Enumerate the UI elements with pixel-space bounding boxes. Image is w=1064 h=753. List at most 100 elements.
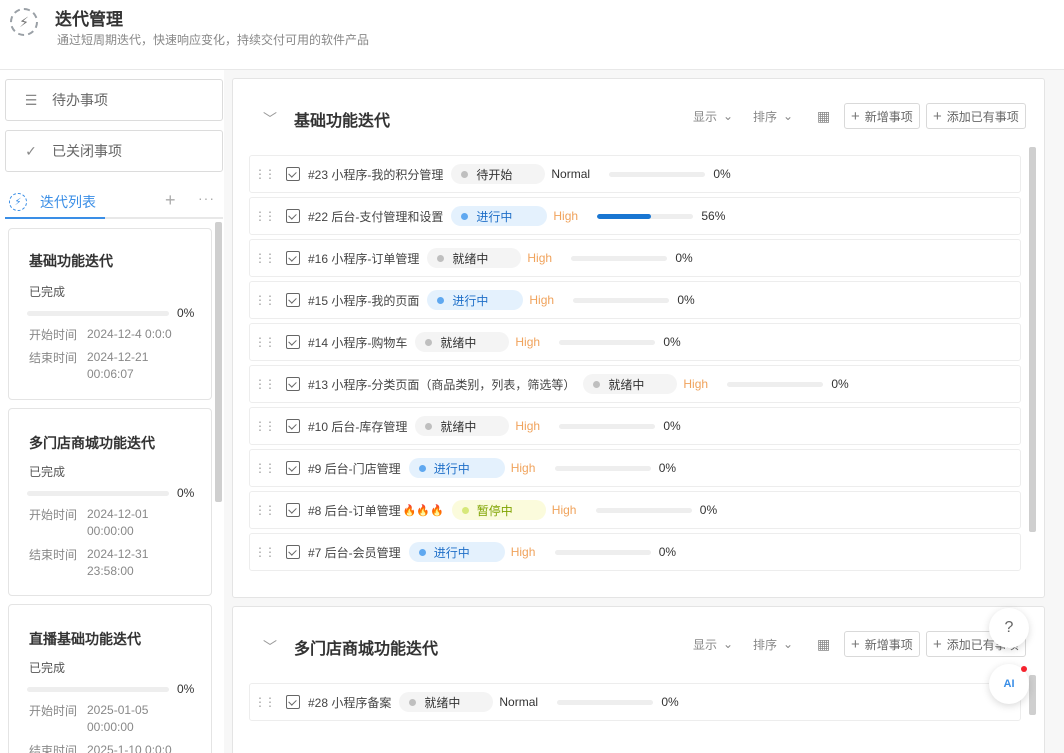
- task-row[interactable]: ⋮⋮ #22 后台-支付管理和设置 进行中 High 56%: [249, 197, 1021, 235]
- task-progress-bar: [597, 213, 694, 219]
- sort-dropdown[interactable]: 排序 ⌄: [753, 103, 793, 129]
- task-row[interactable]: ⋮⋮ #16 小程序-订单管理 就绪中 High 0%: [249, 239, 1021, 277]
- task-name[interactable]: #8 后台-订单管理: [308, 502, 401, 519]
- task-name[interactable]: #28 小程序备案: [308, 694, 391, 711]
- new-item-wrap: + 新增事项: [844, 103, 920, 129]
- panel-scrollbar[interactable]: [1029, 675, 1036, 715]
- task-row[interactable]: ⋮⋮ #28 小程序备案 就绪中 Normal 0%: [249, 683, 1021, 721]
- iteration-card[interactable]: 多门店商城功能迭代 已完成 0% 开始时间 2024-12-01 00:00:00…: [8, 408, 212, 596]
- drag-handle-icon[interactable]: ⋮⋮: [250, 545, 278, 559]
- drag-handle-icon[interactable]: ⋮⋮: [250, 209, 278, 223]
- new-item-button[interactable]: + 新增事项: [844, 631, 920, 657]
- task-row[interactable]: ⋮⋮ #9 后台-门店管理 进行中 High 0%: [249, 449, 1021, 487]
- add-existing-button[interactable]: + 添加已有事项: [926, 103, 1026, 129]
- status-dot-icon: [461, 170, 469, 178]
- iteration-card[interactable]: 基础功能迭代 已完成 0% 开始时间 2024-12-4 0:0:0 结束时间 …: [8, 228, 212, 400]
- sidebar-scrollbar[interactable]: [215, 222, 222, 502]
- panel-scrollbar[interactable]: [1029, 147, 1036, 532]
- status-label: 就绪中: [452, 251, 489, 266]
- task-row[interactable]: ⋮⋮ #7 后台-会员管理 进行中 High 0%: [249, 533, 1021, 571]
- drag-handle-icon[interactable]: ⋮⋮: [250, 167, 278, 181]
- iteration-progress-bar: [27, 311, 169, 316]
- drag-handle-icon[interactable]: ⋮⋮: [250, 251, 278, 265]
- task-progress-bar: [727, 381, 824, 387]
- status-badge[interactable]: 暂停中: [451, 500, 546, 520]
- status-badge[interactable]: 就绪中: [415, 332, 510, 352]
- collapse-chevron-icon[interactable]: ﹀: [263, 109, 277, 129]
- status-badge[interactable]: 就绪中: [427, 248, 522, 268]
- status-badge[interactable]: 进行中: [427, 290, 524, 310]
- priority-label[interactable]: High: [511, 461, 547, 475]
- grid-view-icon[interactable]: ▦: [817, 631, 830, 657]
- drag-handle-icon[interactable]: ⋮⋮: [250, 335, 278, 349]
- priority-label[interactable]: High: [515, 335, 551, 349]
- collapse-chevron-icon[interactable]: ﹀: [263, 637, 277, 657]
- add-iteration-icon[interactable]: +: [165, 190, 176, 211]
- closed-items-button[interactable]: ✓ 已关闭事项: [5, 130, 223, 172]
- status-badge[interactable]: 就绪中: [399, 692, 494, 712]
- task-row[interactable]: ⋮⋮ #13 小程序-分类页面（商品类别，列表，筛选等） 就绪中 High 0%: [249, 365, 1021, 403]
- sort-dropdown[interactable]: 排序 ⌄: [753, 631, 793, 657]
- priority-label[interactable]: Normal: [499, 695, 549, 709]
- priority-label[interactable]: High: [553, 209, 589, 223]
- drag-handle-icon[interactable]: ⋮⋮: [250, 419, 278, 433]
- priority-label[interactable]: High: [529, 293, 565, 307]
- new-item-button[interactable]: + 新增事项: [844, 103, 920, 129]
- todo-items-button[interactable]: ☰ 待办事项: [5, 79, 223, 121]
- task-name[interactable]: #23 小程序-我的积分管理: [308, 166, 443, 183]
- list-icon: ☰: [24, 91, 38, 108]
- iteration-card[interactable]: 直播基础功能迭代 已完成 0% 开始时间 2025-01-05 00:00:00 …: [8, 604, 212, 753]
- priority-label[interactable]: High: [552, 503, 588, 517]
- main-content: ﹀ 基础功能迭代 显示 ⌄ 排序 ⌄ ▦ + 新增事项 + 添加已有事项 ⋮⋮ #23 小…: [224, 70, 1064, 753]
- priority-label[interactable]: High: [511, 545, 547, 559]
- drag-handle-icon[interactable]: ⋮⋮: [250, 461, 278, 475]
- task-progress-bar: [557, 699, 654, 705]
- status-badge[interactable]: 进行中: [408, 458, 505, 478]
- display-dropdown[interactable]: 显示 ⌄: [693, 631, 733, 657]
- closed-items-label: 已关闭事项: [52, 143, 122, 159]
- status-label: 就绪中: [440, 335, 477, 350]
- iteration-progress-text: 0%: [177, 486, 195, 500]
- status-badge[interactable]: 待开始: [451, 164, 546, 184]
- drag-handle-icon[interactable]: ⋮⋮: [250, 695, 278, 709]
- help-button[interactable]: ?: [989, 608, 1029, 648]
- ai-assistant-button[interactable]: AI: [989, 664, 1029, 704]
- task-name[interactable]: #7 后台-会员管理: [308, 544, 401, 561]
- task-progress-text: 0%: [699, 503, 718, 517]
- status-badge[interactable]: 进行中: [451, 206, 548, 226]
- task-row[interactable]: ⋮⋮ #14 小程序-购物车 就绪中 High 0%: [249, 323, 1021, 361]
- status-badge[interactable]: 就绪中: [583, 374, 678, 394]
- display-dropdown[interactable]: 显示 ⌄: [693, 103, 733, 129]
- status-label: 就绪中: [440, 419, 477, 434]
- task-progress-bar: [595, 507, 692, 513]
- more-icon[interactable]: ···: [198, 190, 215, 206]
- task-progress-bar: [559, 423, 656, 429]
- drag-handle-icon[interactable]: ⋮⋮: [250, 503, 278, 517]
- task-row[interactable]: ⋮⋮ #10 后台-库存管理 就绪中 High 0%: [249, 407, 1021, 445]
- task-row[interactable]: ⋮⋮ #23 小程序-我的积分管理 待开始 Normal 0%: [249, 155, 1021, 193]
- status-badge[interactable]: 就绪中: [415, 416, 510, 436]
- task-name[interactable]: #14 小程序-购物车: [308, 334, 407, 351]
- task-checklist-icon: [286, 335, 300, 349]
- task-name[interactable]: #22 后台-支付管理和设置: [308, 208, 443, 225]
- iteration-list-tab[interactable]: ⚡ 迭代列表 + ···: [5, 188, 223, 216]
- drag-handle-icon[interactable]: ⋮⋮: [250, 377, 278, 391]
- task-name[interactable]: #9 后台-门店管理: [308, 460, 401, 477]
- task-name[interactable]: #13 小程序-分类页面（商品类别，列表，筛选等）: [308, 376, 575, 393]
- drag-handle-icon[interactable]: ⋮⋮: [250, 293, 278, 307]
- grid-view-icon[interactable]: ▦: [817, 103, 830, 129]
- task-name[interactable]: #15 小程序-我的页面: [308, 292, 419, 309]
- iteration-progress-bar: [27, 491, 169, 496]
- status-dot-icon: [461, 212, 469, 220]
- priority-label[interactable]: High: [515, 419, 551, 433]
- priority-label[interactable]: High: [683, 377, 719, 391]
- task-name[interactable]: #16 小程序-订单管理: [308, 250, 419, 267]
- question-icon: ?: [1004, 619, 1014, 636]
- task-row[interactable]: ⋮⋮ #8 后台-订单管理 🔥🔥🔥 暂停中 High 0%: [249, 491, 1021, 529]
- priority-label[interactable]: Normal: [551, 167, 601, 181]
- task-row[interactable]: ⋮⋮ #15 小程序-我的页面 进行中 High 0%: [249, 281, 1021, 319]
- priority-label[interactable]: High: [527, 251, 563, 265]
- status-badge[interactable]: 进行中: [408, 542, 505, 562]
- task-name[interactable]: #10 后台-库存管理: [308, 418, 407, 435]
- status-dot-icon: [418, 464, 426, 472]
